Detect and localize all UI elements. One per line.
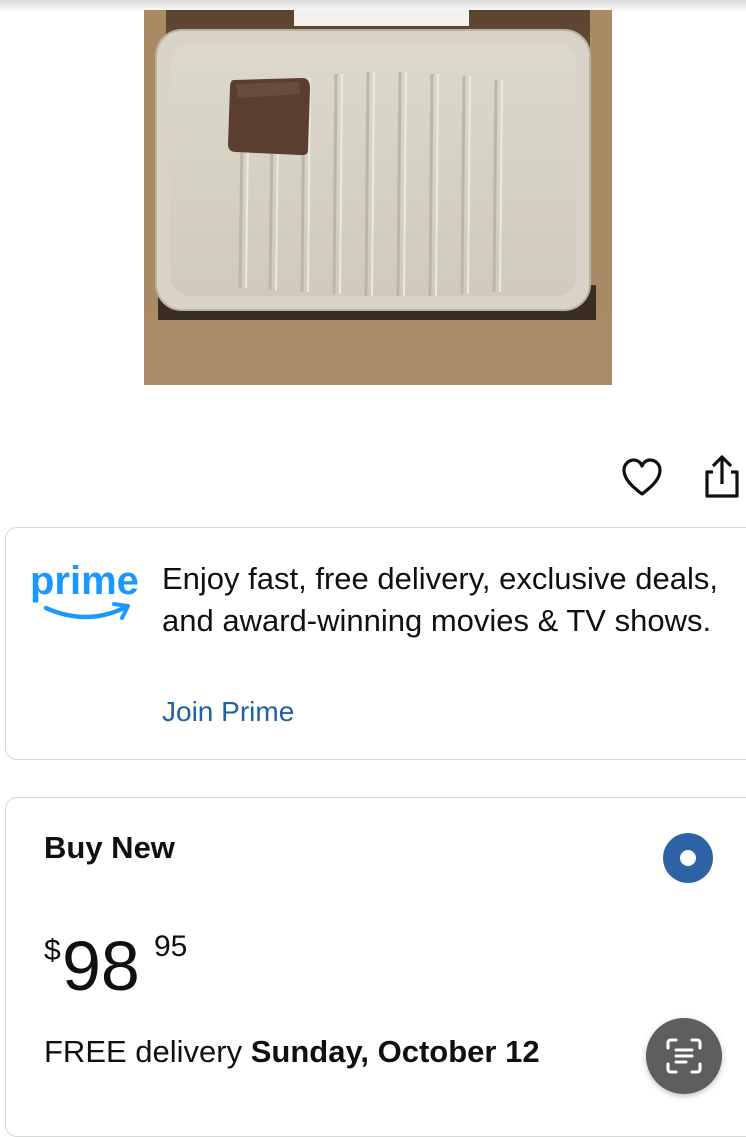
product-photo [144,10,612,385]
product-image[interactable] [144,10,612,385]
delivery-prefix: FREE delivery [44,1034,243,1069]
share-icon [705,455,739,498]
radio-selected-dot [680,850,696,866]
delivery-info: FREE delivery Sunday, October 12 [44,1034,540,1070]
heart-outline-icon [622,458,662,496]
buy-new-radio[interactable] [663,833,713,883]
wishlist-button[interactable] [620,456,664,500]
prime-logo: prime [30,556,146,626]
prime-description: Enjoy fast, free delivery, exclusive dea… [162,561,718,638]
share-button[interactable] [700,454,744,500]
delivery-date: Sunday, October 12 [250,1034,540,1069]
prime-promo-card: prime Enjoy fast, free delivery, exclusi… [5,527,746,760]
buy-new-title: Buy New [44,830,175,865]
buy-new-card[interactable]: Buy New $ 98 95 FREE delivery Sunday, Oc… [5,797,746,1137]
join-prime-link[interactable]: Join Prime [162,696,294,728]
scan-text-icon [666,1038,702,1074]
prime-logo-text: prime [30,559,139,603]
scan-text-button[interactable] [646,1018,722,1094]
price-symbol: $ [44,934,61,967]
price-whole: 98 [62,927,140,1005]
price-fraction: 95 [154,930,188,963]
